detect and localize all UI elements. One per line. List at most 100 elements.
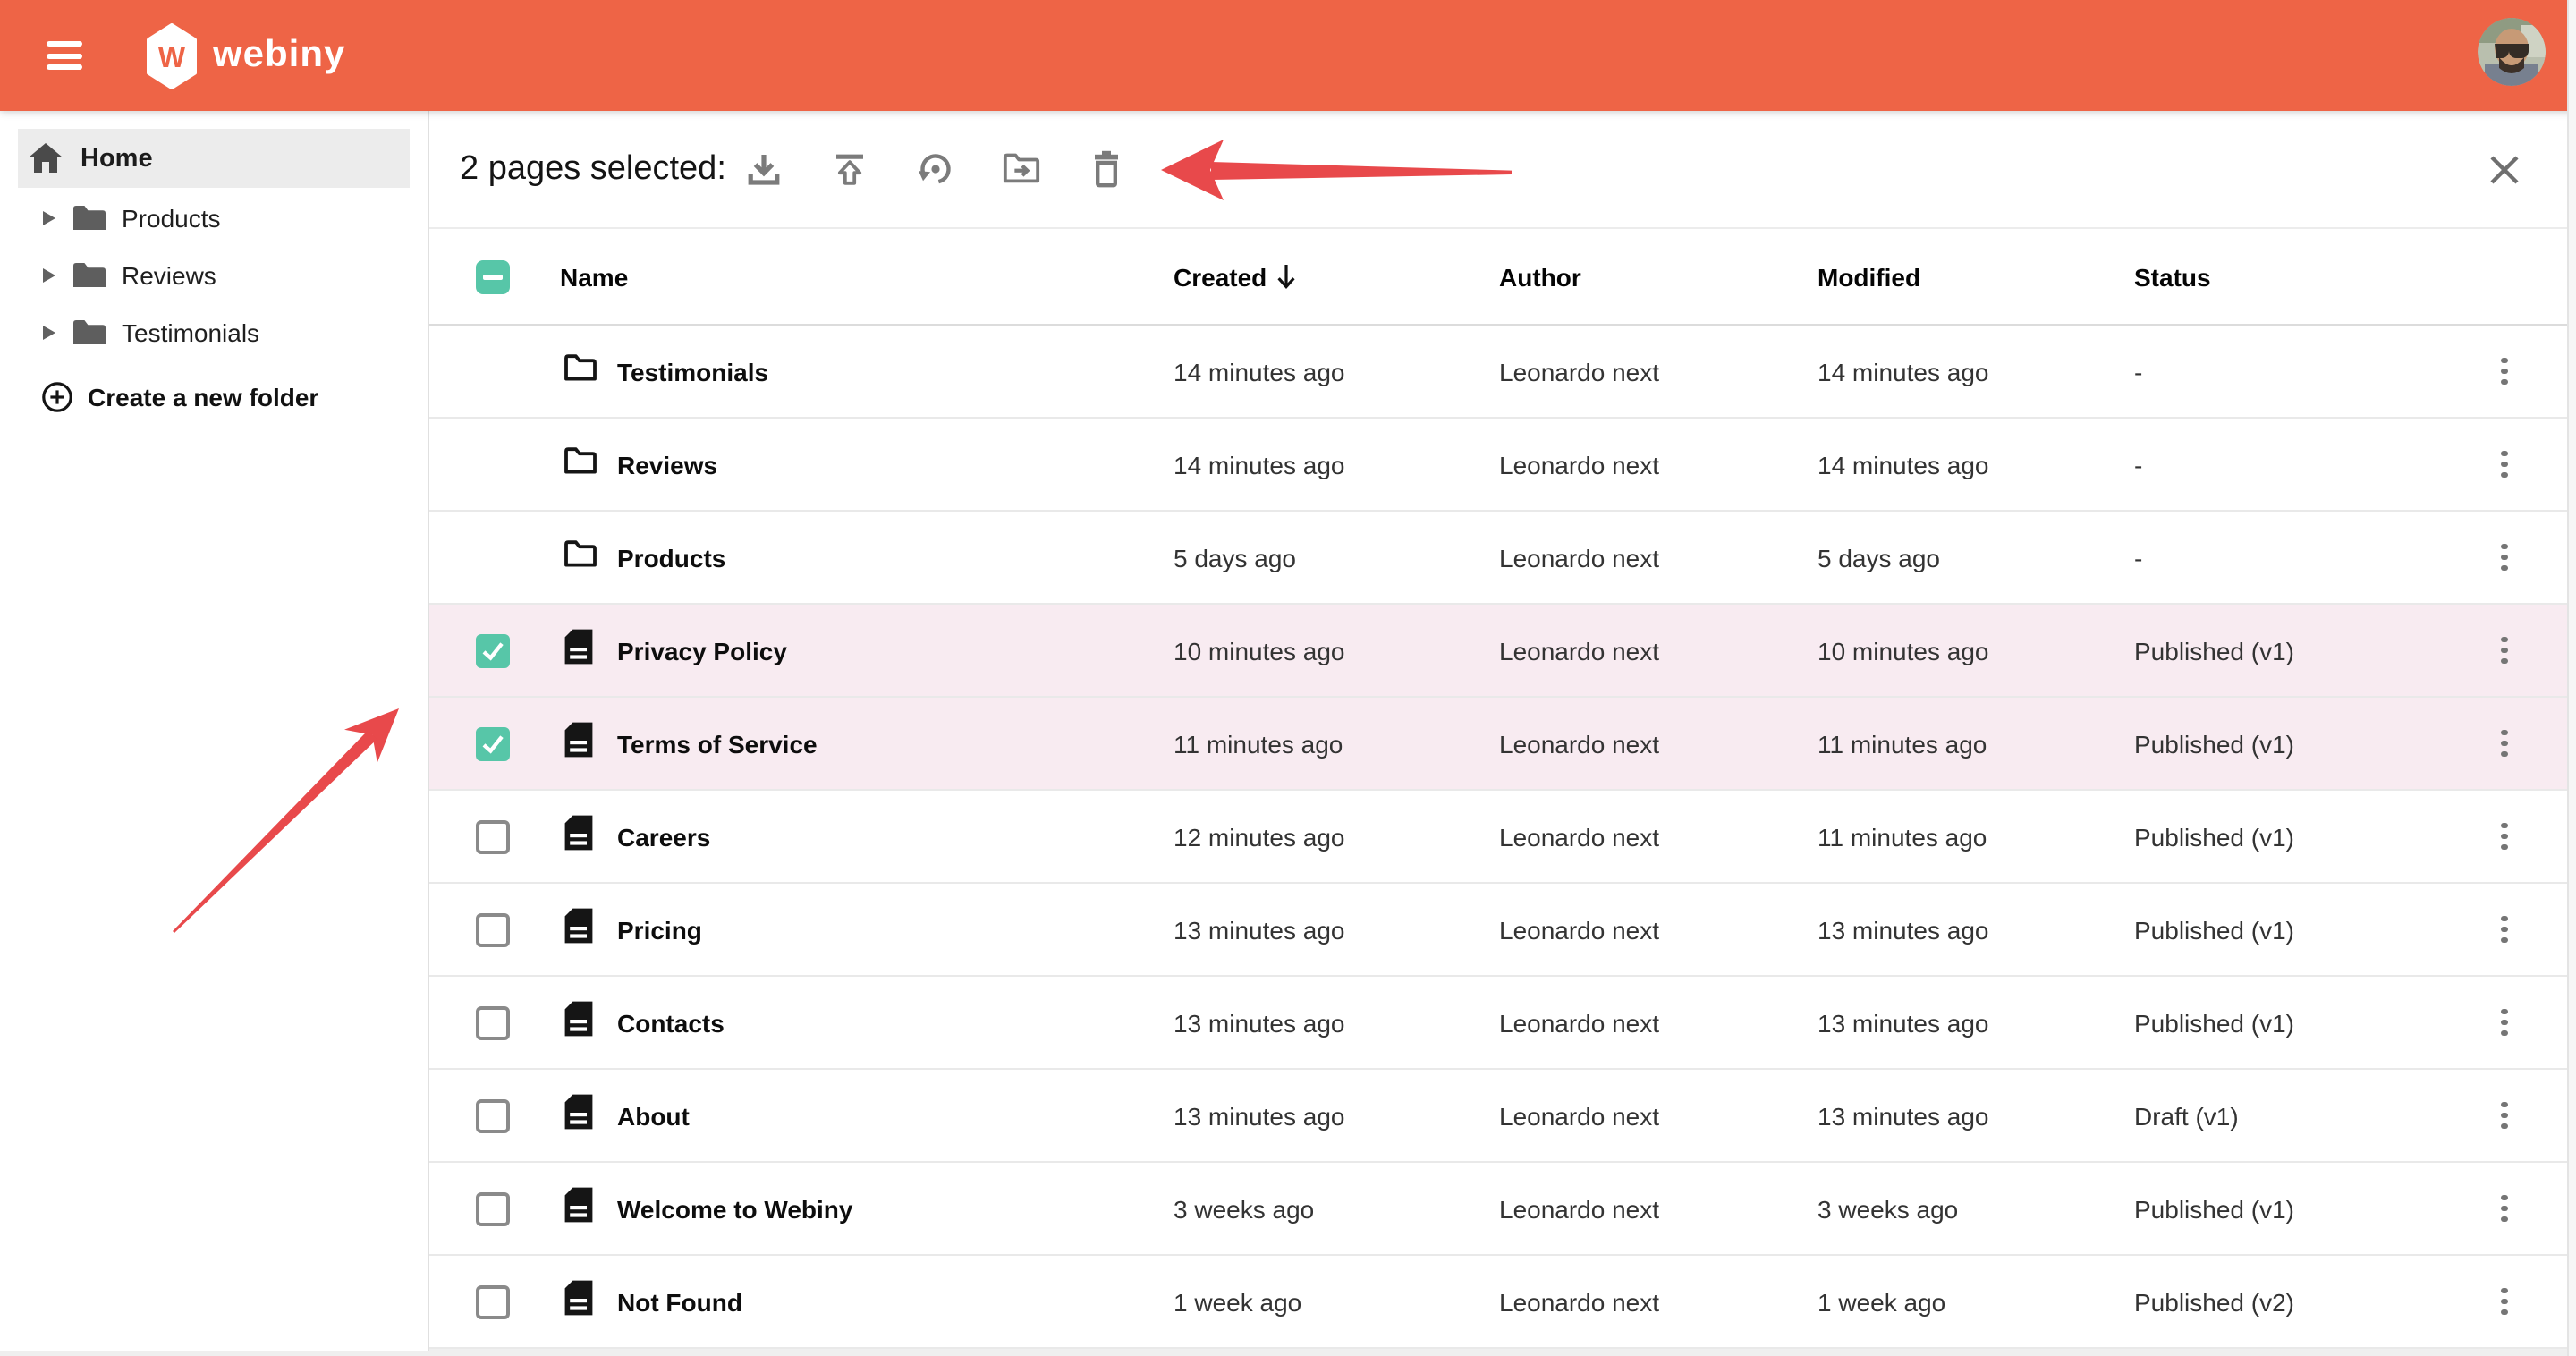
restore-history-icon [916, 148, 955, 190]
sidebar-item-home[interactable]: Home [18, 129, 410, 188]
file-icon [564, 999, 594, 1046]
row-actions-menu-button[interactable] [2490, 722, 2519, 765]
row-modified: 5 days ago [1818, 543, 1940, 572]
row-name[interactable]: Pricing [617, 915, 702, 944]
column-header-author[interactable]: Author [1499, 262, 1581, 291]
download-button[interactable] [744, 146, 784, 192]
row-author: Leonardo next [1499, 1101, 1659, 1130]
row-name[interactable]: Welcome to Webiny [617, 1194, 852, 1223]
hamburger-menu-icon[interactable] [47, 41, 82, 70]
delete-button[interactable] [1088, 146, 1127, 192]
table-row[interactable]: Privacy Policy 10 minutes ago Leonardo n… [429, 605, 2576, 698]
row-name[interactable]: Contacts [617, 1008, 724, 1037]
row-name[interactable]: Testimonials [617, 357, 768, 386]
row-checkbox[interactable] [476, 1191, 510, 1225]
row-author: Leonardo next [1499, 1008, 1659, 1037]
row-author: Leonardo next [1499, 543, 1659, 572]
row-status: - [2134, 357, 2142, 386]
select-all-checkbox[interactable] [476, 259, 510, 293]
sidebar-item-testimonials[interactable]: Testimonials [0, 304, 428, 361]
table-row[interactable]: Welcome to Webiny 3 weeks ago Leonardo n… [429, 1163, 2576, 1256]
row-created: 14 minutes ago [1174, 450, 1344, 479]
row-modified: 11 minutes ago [1818, 822, 1987, 851]
checkmark-icon [479, 637, 506, 664]
row-actions-menu-button[interactable] [2490, 1280, 2519, 1323]
top-app-bar: W webiny [0, 0, 2576, 111]
row-checkbox[interactable] [476, 1098, 510, 1132]
sidebar-item-products[interactable]: Products [0, 190, 428, 247]
plus-circle-icon [41, 381, 73, 413]
expand-chevron-icon[interactable] [43, 326, 55, 340]
row-actions-menu-button[interactable] [2490, 536, 2519, 579]
row-actions-menu-button[interactable] [2490, 815, 2519, 858]
table-row[interactable]: Contacts 13 minutes ago Leonardo next 13… [429, 977, 2576, 1070]
file-icon [564, 813, 594, 860]
row-created: 13 minutes ago [1174, 1008, 1344, 1037]
user-avatar[interactable] [2478, 18, 2546, 86]
row-modified: 13 minutes ago [1818, 1008, 1988, 1037]
table-row[interactable]: Not Found 1 week ago Leonardo next 1 wee… [429, 1256, 2576, 1349]
selection-toolbar: 2 pages selected: [429, 111, 2576, 229]
table-row[interactable]: Careers 12 minutes ago Leonardo next 11 … [429, 791, 2576, 884]
row-created: 11 minutes ago [1174, 729, 1343, 758]
column-header-modified[interactable]: Modified [1818, 262, 1920, 291]
row-status: - [2134, 543, 2142, 572]
table-row[interactable]: Pricing 13 minutes ago Leonardo next 13 … [429, 884, 2576, 977]
row-actions-menu-button[interactable] [2490, 443, 2519, 486]
row-name[interactable]: About [617, 1101, 690, 1130]
sidebar-folder-label: Testimonials [122, 318, 259, 347]
expand-chevron-icon[interactable] [43, 211, 55, 225]
column-header-name[interactable]: Name [560, 262, 628, 291]
row-actions-menu-button[interactable] [2490, 629, 2519, 672]
row-created: 13 minutes ago [1174, 915, 1344, 944]
bulk-actions [744, 146, 1127, 192]
row-name[interactable]: Terms of Service [617, 729, 818, 758]
row-name[interactable]: Careers [617, 822, 710, 851]
row-actions-menu-button[interactable] [2490, 1187, 2519, 1230]
publish-button[interactable] [830, 146, 869, 192]
row-author: Leonardo next [1499, 822, 1659, 851]
sidebar-item-reviews[interactable]: Reviews [0, 247, 428, 304]
move-to-folder-button[interactable] [1002, 146, 1041, 192]
row-created: 3 weeks ago [1174, 1194, 1314, 1223]
row-checkbox[interactable] [476, 1005, 510, 1039]
table-row[interactable]: Products 5 days ago Leonardo next 5 days… [429, 512, 2576, 605]
row-checkbox[interactable] [476, 1284, 510, 1318]
column-header-status[interactable]: Status [2134, 262, 2211, 291]
file-icon [564, 1185, 594, 1232]
row-status: Published (v1) [2134, 1194, 2294, 1223]
table-row[interactable]: Reviews 14 minutes ago Leonardo next 14 … [429, 419, 2576, 512]
home-icon [29, 143, 63, 174]
row-checkbox[interactable] [476, 912, 510, 946]
row-checkbox[interactable] [476, 726, 510, 760]
row-actions-menu-button[interactable] [2490, 908, 2519, 951]
table-row[interactable]: Terms of Service 11 minutes ago Leonardo… [429, 698, 2576, 791]
row-modified: 10 minutes ago [1818, 636, 1988, 665]
row-status: Published (v1) [2134, 1008, 2294, 1037]
row-actions-menu-button[interactable] [2490, 350, 2519, 393]
download-icon [744, 149, 784, 189]
row-modified: 14 minutes ago [1818, 357, 1988, 386]
row-author: Leonardo next [1499, 1287, 1659, 1316]
row-name[interactable]: Products [617, 543, 725, 572]
webiny-logo[interactable]: W webiny [147, 22, 345, 89]
row-name[interactable]: Reviews [617, 450, 717, 479]
row-checkbox[interactable] [476, 633, 510, 667]
close-selection-button[interactable] [2483, 148, 2526, 191]
create-new-folder-button[interactable]: Create a new folder [0, 369, 428, 426]
table-row[interactable]: About 13 minutes ago Leonardo next 13 mi… [429, 1070, 2576, 1163]
row-actions-menu-button[interactable] [2490, 1094, 2519, 1137]
expand-chevron-icon[interactable] [43, 268, 55, 283]
folder-icon [564, 538, 597, 576]
sidebar-home-label: Home [80, 144, 153, 173]
table-row[interactable]: Testimonials 14 minutes ago Leonardo nex… [429, 326, 2576, 419]
row-checkbox[interactable] [476, 819, 510, 853]
row-name[interactable]: Not Found [617, 1287, 742, 1316]
row-actions-menu-button[interactable] [2490, 1001, 2519, 1044]
column-header-created[interactable]: Created [1174, 262, 1297, 291]
row-name[interactable]: Privacy Policy [617, 636, 787, 665]
scrollbar-track[interactable] [2567, 0, 2576, 1356]
close-icon [2483, 148, 2526, 191]
restore-button[interactable] [916, 146, 955, 192]
checkmark-icon [479, 730, 506, 757]
